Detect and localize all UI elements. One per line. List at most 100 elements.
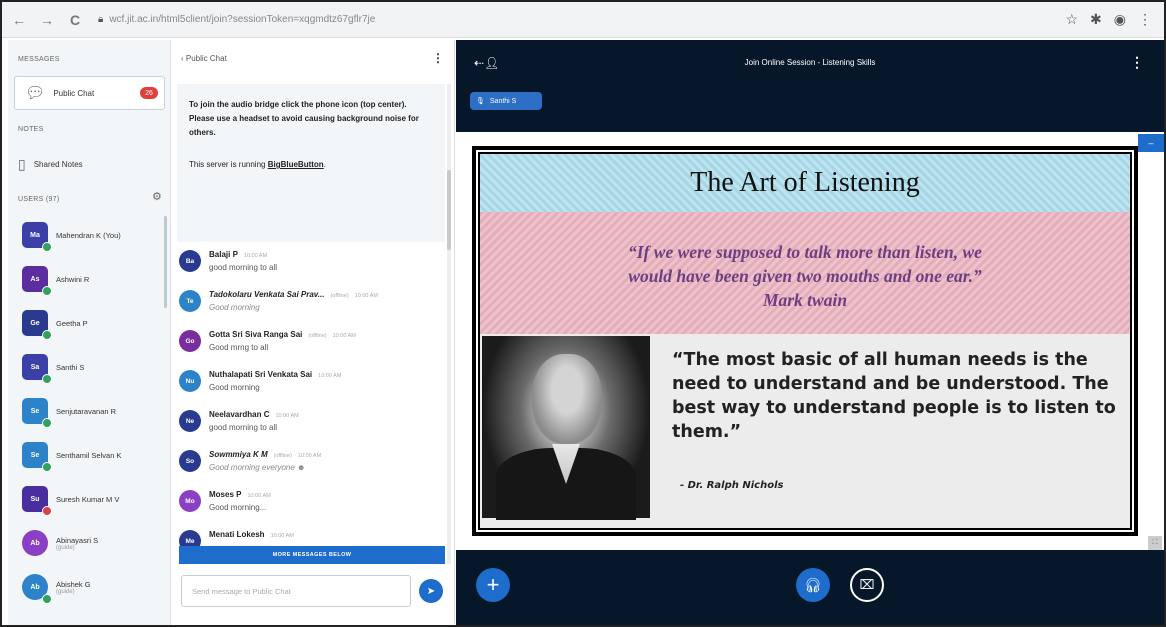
- users-section-title: USERS (97): [18, 196, 60, 203]
- talking-indicator: 🎙︎ Santhi S: [470, 92, 542, 110]
- chat-message: Nu Nuthalapati Sri Venkata Sai 10:00 AM Goo…: [179, 370, 341, 392]
- headphones-icon: 🎧︎: [804, 576, 822, 593]
- server-info-suffix: .: [323, 160, 326, 169]
- avatar: Nu: [179, 370, 201, 392]
- shared-notes-item[interactable]: ▯ Shared Notes: [8, 156, 93, 173]
- chat-options-icon[interactable]: ⋮: [432, 51, 444, 65]
- extension-icon[interactable]: ✱: [1090, 11, 1102, 28]
- send-button[interactable]: ➤: [419, 579, 443, 603]
- user-name: Santhi S: [56, 362, 85, 372]
- menu-icon[interactable]: ⋮: [1138, 11, 1152, 28]
- slide-title: The Art of Listening: [480, 154, 1130, 212]
- user-list-item[interactable]: Ge Geetha P: [22, 310, 88, 340]
- message-text: Good mrng to all: [209, 343, 269, 352]
- status-dot-icon: [42, 506, 52, 516]
- sender-name: Neelavardhan C: [209, 410, 270, 419]
- message-text: good morning to all: [209, 263, 278, 272]
- chat-scroll-track[interactable]: [447, 84, 451, 564]
- join-audio-button[interactable]: 🎧︎: [796, 568, 830, 602]
- avatar-initials: So: [185, 457, 195, 465]
- options-menu-icon[interactable]: ⋮: [1130, 54, 1144, 71]
- user-name: Senthamil Selvan K: [56, 450, 122, 460]
- user-list-item[interactable]: Su Suresh Kumar M V: [22, 486, 119, 516]
- settings-gear-icon[interactable]: ⚙: [152, 190, 162, 203]
- user-list-item[interactable]: As Ashwini R: [22, 266, 89, 296]
- star-icon[interactable]: ☆: [1065, 11, 1078, 28]
- user-status: (guide): [56, 544, 75, 551]
- sender-name: Balaji P: [209, 250, 238, 259]
- sender-name: Sowmmiya K M: [209, 450, 268, 459]
- avatar: Sa: [22, 354, 52, 384]
- message-text: good morning to all: [209, 423, 278, 432]
- users-scrollbar[interactable]: [164, 216, 167, 308]
- user-list-item[interactable]: Se Senjutaravanan R: [22, 398, 116, 428]
- avatar-initials: Ab: [30, 539, 40, 547]
- chat-message: Ne Neelavardhan C 10:00 AM good morning to …: [179, 410, 299, 432]
- user-list-item[interactable]: Ab Abishek G (guide): [22, 574, 91, 604]
- chat-title[interactable]: ‹ Public Chat: [181, 54, 227, 63]
- fullscreen-icon[interactable]: ⛶: [1148, 536, 1162, 550]
- avatar: Ne: [179, 410, 201, 432]
- more-messages-button[interactable]: MORE MESSAGES BELOW: [179, 546, 445, 564]
- reload-icon[interactable]: C: [64, 9, 86, 31]
- lock-icon: 🔒︎: [98, 14, 104, 25]
- welcome-message: To join the audio bridge click the phone…: [177, 84, 445, 242]
- chat-header: ‹ Public Chat ⋮: [171, 40, 454, 76]
- profile-icon[interactable]: ◉: [1114, 11, 1126, 28]
- minimize-presentation-button[interactable]: –: [1138, 134, 1164, 152]
- avatar: As: [22, 266, 52, 296]
- avatar-initials: Ne: [185, 417, 195, 425]
- sender-name: Tadokolaru Venkata Sai Prav...: [209, 290, 325, 299]
- message-text: Good morning...: [209, 503, 267, 512]
- public-chat-item[interactable]: 💬︎ Public Chat 26: [14, 76, 165, 110]
- notes-section-title: NOTES: [18, 126, 44, 133]
- nichols-quote: “The most basic of all human needs is th…: [672, 350, 1116, 442]
- address-bar[interactable]: 🔒︎ wcf.jit.ac.in/html5client/join?sessio…: [98, 14, 1065, 25]
- message-text: Good morning: [209, 303, 260, 312]
- user-list-item[interactable]: Ma Mahendran K (You): [22, 222, 121, 252]
- offline-label: (offline): [273, 453, 292, 459]
- slide-lower-section: “The most basic of all human needs is th…: [480, 334, 1130, 528]
- share-webcam-button[interactable]: ⌧: [850, 568, 884, 602]
- quote-author: Mark twain: [762, 290, 848, 310]
- avatar: Te: [179, 290, 201, 312]
- user-list-item[interactable]: Sa Santhi S: [22, 354, 85, 384]
- actions-plus-button[interactable]: +: [476, 568, 510, 602]
- avatar-initials: Ma: [30, 231, 40, 239]
- microphone-icon: 🎙︎: [476, 98, 485, 105]
- avatar-initials: Go: [185, 337, 195, 345]
- message-time: 10:00 AM: [297, 453, 322, 459]
- status-dot-icon: [42, 462, 52, 472]
- avatar-initials: Me: [185, 537, 195, 545]
- user-list-item[interactable]: Ab Abinayasri S (guide): [22, 530, 98, 556]
- avatar-initials: Nu: [185, 377, 195, 385]
- notes-icon: ▯: [18, 156, 26, 172]
- status-dot-icon: [42, 418, 52, 428]
- user-list-item[interactable]: Se Senthamil Selvan K: [22, 442, 122, 472]
- chat-message-input[interactable]: Send message to Public Chat: [181, 575, 411, 607]
- sender-name: Nuthalapati Sri Venkata Sai: [209, 370, 313, 379]
- message-sender: Neelavardhan C 10:00 AM: [209, 410, 299, 419]
- bigbluebutton-link[interactable]: BigBlueButton: [268, 160, 324, 169]
- message-sender: Sowmmiya K M (offline) 10:00 AM: [209, 450, 321, 459]
- avatar: Mo: [179, 490, 201, 512]
- chat-scroll-thumb[interactable]: [447, 170, 451, 250]
- message-sender: Menati Lokesh 10:00 AM: [209, 530, 294, 539]
- forward-icon[interactable]: →: [36, 9, 58, 31]
- avatar: Ge: [22, 310, 52, 340]
- avatar-initials: As: [30, 275, 40, 283]
- avatar-initials: Sa: [30, 363, 40, 371]
- avatar: Ba: [179, 250, 201, 272]
- avatar: Su: [22, 486, 52, 516]
- message-time: 10:00 AM: [275, 413, 299, 419]
- back-icon[interactable]: ←: [8, 9, 30, 31]
- chat-icon: 💬︎: [25, 85, 46, 102]
- avatar: Ma: [22, 222, 52, 252]
- quote-line-1: “If we were supposed to talk more than l…: [628, 242, 982, 262]
- message-time: 10:00 AM: [270, 533, 294, 539]
- message-sender: Moses P 10:00 AM: [209, 490, 271, 499]
- message-sender: Nuthalapati Sri Venkata Sai 10:00 AM: [209, 370, 341, 379]
- shared-notes-label: Shared Notes: [33, 160, 83, 169]
- session-topbar: ⇠👤︎ Join Online Session - Listening Skil…: [456, 40, 1164, 126]
- avatar-initials: Ab: [30, 583, 40, 591]
